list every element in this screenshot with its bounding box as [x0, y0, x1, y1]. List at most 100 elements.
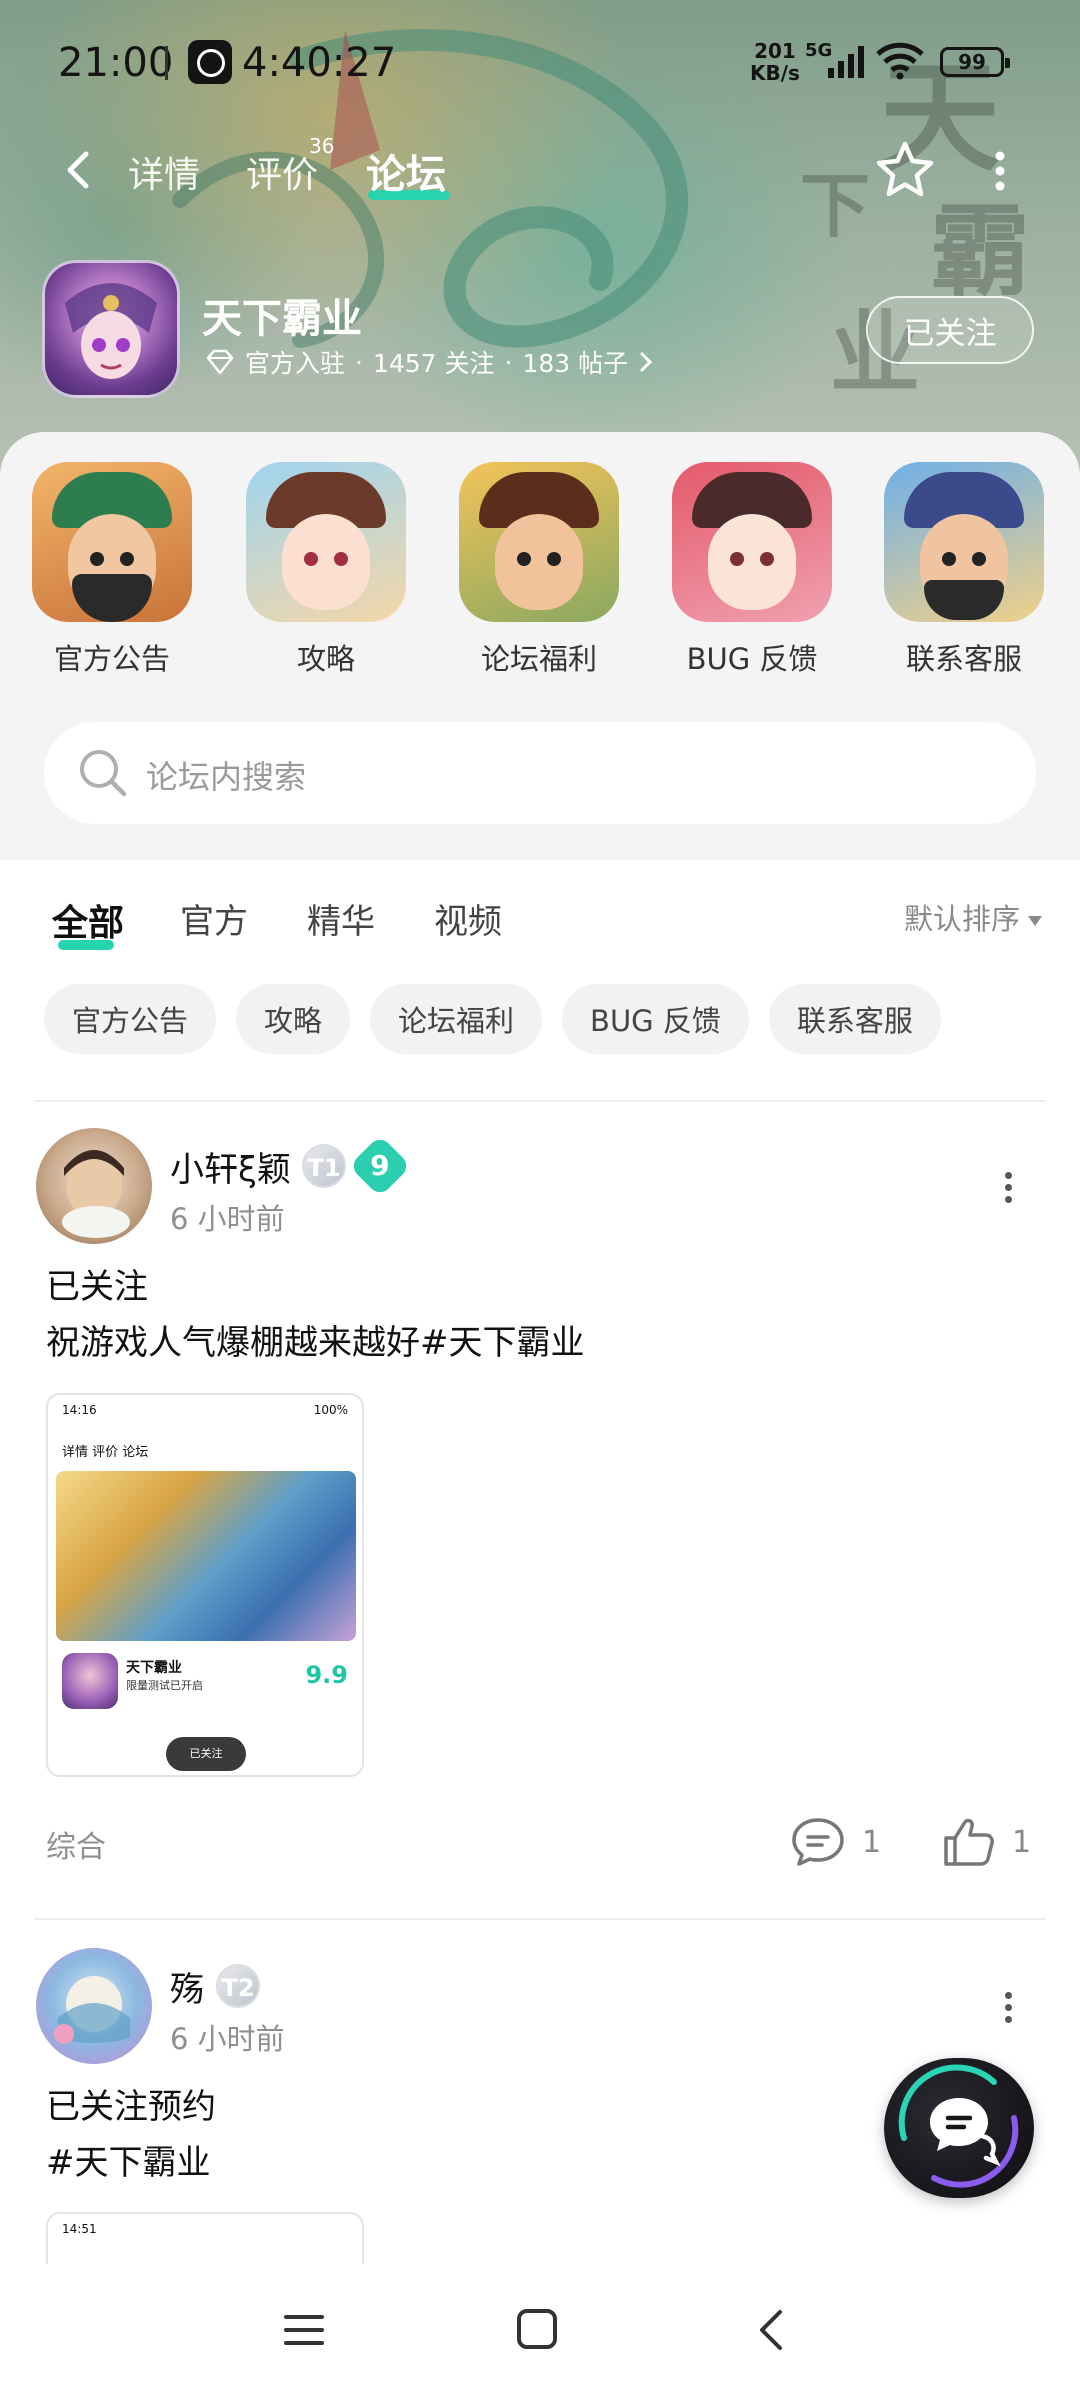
reviews-count: 36 — [309, 134, 335, 158]
shortcut-contact-support[interactable]: 联系客服 — [879, 462, 1049, 678]
system-nav-bar — [0, 2264, 1080, 2400]
shortcut-forum-benefits[interactable]: 论坛福利 — [454, 462, 624, 678]
comment-button[interactable]: 1 — [790, 1816, 881, 1868]
forum-search-bar[interactable]: 论坛内搜索 — [44, 722, 1036, 824]
net-speed-unit: KB/s — [750, 61, 800, 85]
thumb-follow-pill: 已关注 — [166, 1737, 246, 1771]
status-timer: 4:40:27 — [242, 40, 397, 86]
chevron-right-icon[interactable] — [638, 349, 654, 375]
post-more-icon[interactable] — [998, 1988, 1018, 2028]
bug-report-character-icon — [672, 462, 832, 622]
chip-guides[interactable]: 攻略 — [236, 984, 351, 1054]
thumb-app-icon — [62, 1653, 118, 1709]
thumb-app-subtitle: 限量测试已开启 — [126, 1679, 203, 1692]
divider — [34, 1918, 1046, 1920]
posts-count[interactable]: 183 帖子 — [523, 344, 629, 380]
timer-icon — [188, 40, 232, 84]
follow-button[interactable]: 已关注 — [866, 296, 1034, 364]
chat-floating-button[interactable] — [884, 2058, 1034, 2198]
thumb-app-title: 天下霸业 — [126, 1660, 182, 1676]
diamond-icon — [206, 349, 234, 375]
like-button[interactable]: 1 — [942, 1816, 1031, 1868]
user-level-badge: T2 — [216, 1964, 260, 2008]
search-icon — [80, 750, 127, 797]
thumbs-up-icon — [944, 1818, 994, 1866]
shortcut-guides[interactable]: 攻略 — [241, 462, 411, 678]
feed-tab-featured[interactable]: 精华 — [307, 894, 375, 943]
more-options-icon[interactable] — [980, 146, 1020, 196]
post-image-thumbnail[interactable]: 14:51 — [46, 2212, 364, 2266]
username[interactable]: 小轩ξ颖 — [170, 1142, 291, 1191]
shortcut-bug-report[interactable]: BUG 反馈 — [667, 462, 837, 678]
post-category-tag[interactable]: 综合 — [46, 1822, 106, 1866]
post-text-line: #天下霸业 — [46, 2143, 211, 2183]
post-time: 6 小时前 — [170, 2022, 285, 2056]
feed-tab-video[interactable]: 视频 — [434, 894, 502, 943]
thumb-status-time: 14:16 — [62, 1403, 97, 1417]
avatar[interactable] — [36, 1948, 152, 2064]
shortcut-announcements[interactable]: 官方公告 — [27, 462, 197, 678]
meta-separator: · — [355, 347, 363, 377]
thumb-banner-art — [56, 1471, 356, 1641]
comment-count: 1 — [862, 1824, 882, 1860]
thumb-score: 9.9 — [305, 1661, 348, 1689]
shortcut-label: 联系客服 — [905, 642, 1022, 676]
chip-bug-report[interactable]: BUG 反馈 — [562, 984, 749, 1054]
home-icon[interactable] — [514, 2306, 560, 2352]
announcements-character-icon — [32, 462, 192, 622]
official-label: 官方入驻 — [245, 349, 346, 378]
shortcut-label: BUG 反馈 — [686, 642, 818, 676]
meta-separator: · — [504, 347, 513, 377]
thumb-status-time: 14:51 — [62, 2222, 97, 2236]
status-divider — [165, 46, 168, 80]
top-nav: 详情 评价 36 论坛 — [0, 130, 1080, 210]
forum-shortcuts-panel: 官方公告 攻略 论坛福利 BUG 反馈 联系客服 论坛内搜索 — [0, 432, 1080, 860]
app-meta: 官方入驻 · 1457 关注 · 183 帖子 — [205, 344, 654, 380]
system-back-icon[interactable] — [752, 2306, 788, 2354]
battery-icon: 99 — [940, 47, 1010, 77]
feed-filter-tabs: 全部 官方 精华 视频 默认排序 — [0, 860, 1080, 970]
favorite-star-icon[interactable] — [873, 138, 937, 202]
post-image-thumbnail[interactable]: 14:16 100% 详情 评价 论坛 天下霸业 限量测试已开启 9.9 已关注 — [46, 1393, 364, 1777]
menu-icon[interactable] — [282, 2308, 326, 2352]
post-more-icon[interactable] — [998, 1168, 1018, 1208]
like-count: 1 — [1012, 1824, 1032, 1860]
feed-tab-official[interactable]: 官方 — [180, 894, 248, 943]
category-chips: 官方公告 攻略 论坛福利 BUG 反馈 联系客服 — [44, 984, 941, 1054]
back-arrow-icon[interactable] — [52, 142, 108, 198]
thumb-status-battery: 100% — [313, 1403, 348, 1417]
chip-announcements[interactable]: 官方公告 — [44, 984, 217, 1054]
sort-dropdown[interactable]: 默认排序 — [904, 896, 1042, 938]
benefits-character-icon — [459, 462, 619, 622]
chip-contact-support[interactable]: 联系客服 — [768, 984, 941, 1054]
net-speed: 201 KB/s — [750, 40, 800, 84]
status-bar: 21:00 4:40:27 201 KB/s 5G 99 — [0, 0, 1080, 120]
user-level-badge: T1 — [302, 1144, 346, 1188]
search-placeholder: 论坛内搜索 — [146, 758, 307, 796]
post-text-line: 祝游戏人气爆棚越来越好#天下霸业 — [46, 1323, 585, 1363]
feed-tab-all[interactable]: 全部 — [52, 894, 124, 946]
support-character-icon — [884, 462, 1044, 622]
username[interactable]: 殇 — [170, 1962, 204, 2011]
net-speed-value: 201 — [754, 39, 796, 63]
tab-details[interactable]: 详情 — [128, 146, 200, 198]
divider — [34, 1100, 1046, 1102]
app-icon[interactable] — [42, 260, 180, 398]
avatar[interactable] — [36, 1128, 152, 1244]
chat-icon — [898, 2064, 1019, 2188]
thumb-nav: 详情 评价 论坛 — [62, 1445, 149, 1460]
post-time: 6 小时前 — [170, 1202, 285, 1236]
chip-forum-benefits[interactable]: 论坛福利 — [370, 984, 543, 1054]
signal-icon — [828, 46, 864, 78]
guides-character-icon — [246, 462, 406, 622]
shortcut-label: 攻略 — [296, 642, 355, 676]
status-time: 21:00 — [58, 40, 174, 86]
tab-forum[interactable]: 论坛 — [366, 142, 446, 200]
tab-reviews[interactable]: 评价 — [246, 146, 318, 198]
comment-icon — [792, 1818, 844, 1866]
post-text-line: 已关注 — [46, 1267, 148, 1307]
wifi-icon — [876, 42, 924, 80]
followers-count: 1457 关注 — [372, 349, 495, 378]
app-title: 天下霸业 — [202, 296, 362, 342]
shortcut-label: 官方公告 — [53, 642, 170, 676]
